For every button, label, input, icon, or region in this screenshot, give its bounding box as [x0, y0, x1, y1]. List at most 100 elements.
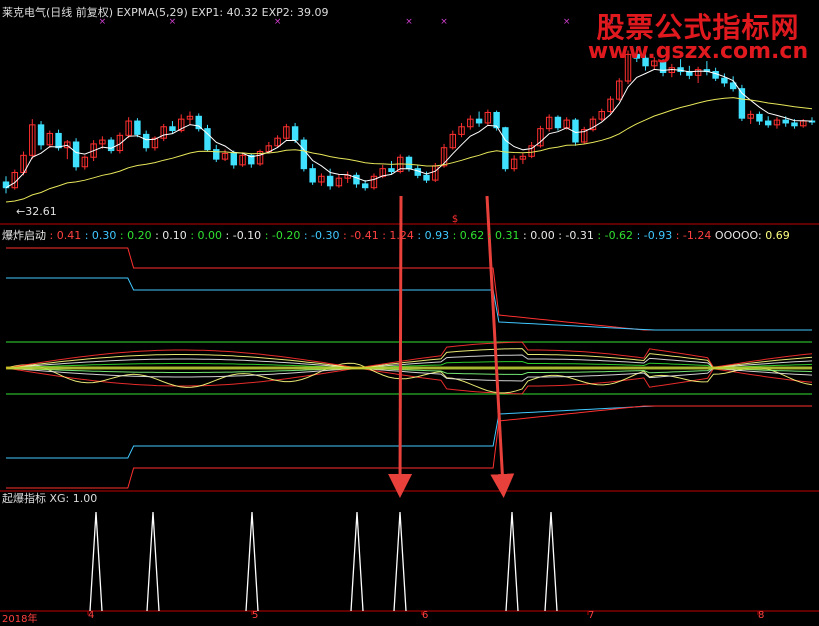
candle	[46, 130, 54, 148]
candle	[598, 108, 605, 122]
candle	[747, 110, 754, 124]
oscillator-level-value: : -0.30	[303, 229, 344, 242]
upper-envelope-red	[6, 247, 812, 331]
exp2-value: 39.09	[296, 6, 329, 19]
candle	[502, 126, 509, 172]
signal-spikes	[89, 511, 558, 612]
candle-body	[712, 71, 719, 79]
candle	[195, 113, 202, 132]
candle-body	[300, 139, 308, 170]
indicator-name: EXPMA(5,29)	[116, 6, 188, 19]
chart-stage: × × × × × × × $ 莱克电气(日线 前复权) EXPMA(5,29) EXP1: …	[0, 0, 819, 625]
oscillator-level-value: : 0.00	[523, 229, 559, 242]
oscillator-level-value: : 0.30	[84, 229, 120, 242]
candle	[2, 176, 10, 194]
candle	[519, 152, 527, 164]
candle	[81, 155, 89, 170]
candle	[616, 78, 623, 102]
oscillator-lines	[5, 247, 813, 489]
candle-body	[107, 139, 115, 152]
candle-body	[291, 126, 299, 141]
candle-body	[134, 120, 141, 135]
candle-body	[72, 141, 80, 168]
signal-panel-header: 起爆指标 XG: 1.00	[2, 492, 97, 506]
candle	[589, 116, 597, 132]
exp2-line	[5, 97, 813, 203]
oscillator-level-value: : -0.41	[343, 229, 383, 242]
candle	[160, 123, 167, 142]
oscillator-levels: : 0.41 : 0.30 : 0.20 : 0.10 : 0.00 : -0.…	[50, 229, 715, 242]
candle	[510, 155, 518, 172]
candle	[554, 115, 562, 131]
candle	[72, 138, 80, 171]
watermark: 股票公式指标网 www.gszx.com.cn	[585, 6, 811, 64]
candle	[169, 121, 176, 134]
candle	[239, 152, 246, 167]
candle	[11, 169, 18, 190]
candle	[467, 115, 474, 130]
signal-name[interactable]: 起爆指标	[2, 492, 46, 505]
candle-body	[756, 113, 763, 122]
signal-marker-icon: ×	[405, 17, 413, 27]
candle-body	[493, 111, 500, 129]
candle	[256, 149, 264, 166]
oscillator-level-value: : -0.31	[558, 229, 598, 242]
candle	[475, 111, 483, 127]
stock-name[interactable]: 莱克电气(日线 前复权)	[2, 6, 113, 19]
exp1-value: 40.32	[226, 6, 259, 19]
candle	[221, 149, 229, 162]
candle	[204, 124, 211, 152]
candle	[581, 126, 588, 144]
candle-body	[791, 122, 798, 127]
signal-xg-value: 1.00	[72, 492, 98, 505]
candle	[668, 63, 676, 78]
candle	[318, 173, 325, 186]
oscillator-level-value: : 0.31	[487, 229, 524, 242]
exp2-label: EXP2:	[261, 6, 294, 19]
candle-body	[475, 118, 483, 124]
candle	[344, 171, 351, 183]
signal-spike	[146, 511, 160, 612]
candle	[213, 144, 220, 162]
candle	[361, 180, 369, 191]
candle	[484, 109, 492, 125]
candle	[773, 117, 781, 129]
oscillator-level-value: : 0.93	[417, 229, 453, 242]
x-axis-month: 7	[588, 610, 595, 621]
candle-body	[142, 133, 150, 149]
upper-envelope-cyan	[6, 277, 812, 331]
candle-body	[309, 168, 316, 183]
candle-body	[169, 126, 176, 132]
signal-marker-icon: ×	[440, 17, 448, 27]
candle	[64, 140, 71, 160]
oscillator-level-value: : 0.00	[190, 229, 226, 242]
candle-body	[326, 175, 334, 187]
panel-borders	[0, 223, 819, 615]
oscillator-name[interactable]: 爆炸启动	[2, 229, 46, 242]
x-axis-month: 8	[758, 610, 765, 621]
oscillator-panel-header: 爆炸启动 : 0.41 : 0.30 : 0.20 : 0.10 : 0.00 …	[2, 229, 790, 243]
candle	[134, 118, 141, 138]
signal-spike	[245, 511, 259, 612]
candle-body	[554, 116, 562, 129]
candle	[721, 73, 728, 87]
price-low-value: 32.61	[25, 205, 57, 218]
x-axis-year: 2018年	[2, 614, 38, 625]
candle	[388, 161, 395, 175]
candle	[335, 174, 343, 188]
candlestick-series	[2, 46, 816, 194]
watermark-url: www.gszx.com.cn	[587, 39, 809, 64]
candle-body	[195, 115, 202, 130]
lower-envelope-cyan	[6, 405, 812, 459]
candle-body	[361, 183, 369, 189]
signal-spike	[89, 511, 103, 612]
candle-body	[721, 77, 728, 84]
candle-body	[55, 132, 62, 149]
candle-body	[423, 174, 430, 181]
signal-xg-label: XG:	[49, 492, 70, 505]
candle-body	[37, 124, 45, 146]
candle-body	[405, 156, 413, 170]
oscillator-level-value: : -0.62	[597, 229, 637, 242]
candle-body	[213, 149, 220, 160]
candle	[29, 119, 36, 160]
